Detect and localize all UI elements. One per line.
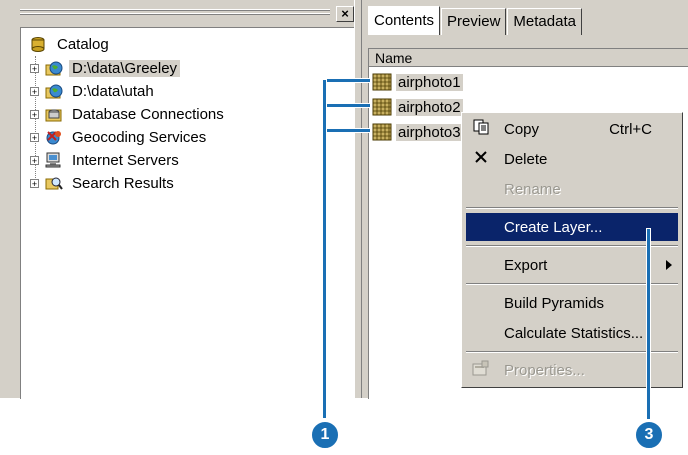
tree-item-label: D:\data\Greeley <box>69 59 181 77</box>
tree-item-database-connections[interactable]: + Database Connections <box>30 103 227 125</box>
tree-item-label: Internet Servers <box>72 151 179 169</box>
menu-item-label: Build Pyramids <box>504 294 605 312</box>
callout-badge-3: 3 <box>634 420 664 450</box>
callout-badge-1: 1 <box>310 420 340 450</box>
menu-item-label: Export <box>504 256 548 274</box>
file-name: airphoto1 <box>396 73 463 91</box>
geocoding-icon <box>45 129 63 145</box>
folder-globe-icon <box>45 60 63 76</box>
callout-leader <box>324 129 370 132</box>
menu-item-copy[interactable]: Copy Ctrl+C <box>466 115 678 143</box>
expand-icon[interactable]: + <box>30 86 39 96</box>
menu-item-rename[interactable]: Rename <box>466 175 678 203</box>
copy-icon <box>470 119 492 140</box>
tree-item-search-results[interactable]: + Search Results <box>30 172 177 194</box>
callout-leader <box>324 79 370 82</box>
menu-shortcut: Ctrl+C <box>609 120 652 138</box>
list-item[interactable]: airphoto1 <box>372 71 463 93</box>
callout-leader <box>324 104 370 107</box>
menu-item-label: Copy <box>504 120 540 138</box>
column-header-name[interactable]: Name <box>369 49 688 67</box>
file-name: airphoto3 <box>396 123 463 141</box>
tab-preview[interactable]: Preview <box>441 8 507 35</box>
delete-icon <box>470 150 492 169</box>
expand-icon[interactable]: + <box>30 109 39 119</box>
list-item[interactable]: airphoto2 <box>372 96 463 118</box>
menu-item-label: Delete <box>504 150 548 168</box>
tree-item-catalog[interactable]: Catalog <box>30 33 112 55</box>
tree-item-label: Catalog <box>57 35 109 53</box>
tree-item-label: Database Connections <box>72 105 224 123</box>
tree-item-utah[interactable]: + D:\data\utah <box>30 80 157 102</box>
menu-item-label: Create Layer... <box>504 218 603 236</box>
callout-leader <box>647 229 650 419</box>
search-icon <box>45 175 63 191</box>
menu-item-label: Calculate Statistics... <box>504 324 644 342</box>
menu-item-delete[interactable]: Delete <box>466 145 678 173</box>
folder-globe-icon <box>45 83 63 99</box>
tree-item-label: D:\data\utah <box>72 82 154 100</box>
panel-grip[interactable] <box>20 8 330 18</box>
submenu-arrow-icon <box>666 260 672 270</box>
raster-icon <box>372 123 392 141</box>
tree-item-geocoding-services[interactable]: + Geocoding Services <box>30 126 209 148</box>
tab-bar: Contents Preview Metadata <box>368 6 583 36</box>
tree-item-greeley[interactable]: + D:\data\Greeley <box>30 57 181 79</box>
raster-icon <box>372 98 392 116</box>
tab-metadata[interactable]: Metadata <box>507 8 582 35</box>
callout-leader <box>323 80 326 418</box>
database-icon <box>45 106 63 122</box>
panel-splitter[interactable] <box>354 0 362 398</box>
file-name: airphoto2 <box>396 98 463 116</box>
expand-icon[interactable]: + <box>30 132 39 142</box>
list-item[interactable]: airphoto3 <box>372 121 463 143</box>
properties-icon <box>470 360 492 381</box>
catalog-icon <box>30 36 48 52</box>
tree-item-label: Geocoding Services <box>72 128 207 146</box>
expand-icon[interactable]: + <box>30 155 39 165</box>
server-icon <box>45 152 63 168</box>
expand-icon[interactable]: + <box>30 63 39 73</box>
tree-item-label: Search Results <box>72 174 174 192</box>
tab-contents[interactable]: Contents <box>368 6 441 35</box>
raster-icon <box>372 73 392 91</box>
menu-item-label: Rename <box>504 180 561 198</box>
close-panel-button[interactable]: × <box>336 6 354 22</box>
tree-item-internet-servers[interactable]: + Internet Servers <box>30 149 182 171</box>
menu-item-label: Properties... <box>504 361 585 379</box>
menu-separator <box>466 207 678 209</box>
expand-icon[interactable]: + <box>30 178 39 188</box>
